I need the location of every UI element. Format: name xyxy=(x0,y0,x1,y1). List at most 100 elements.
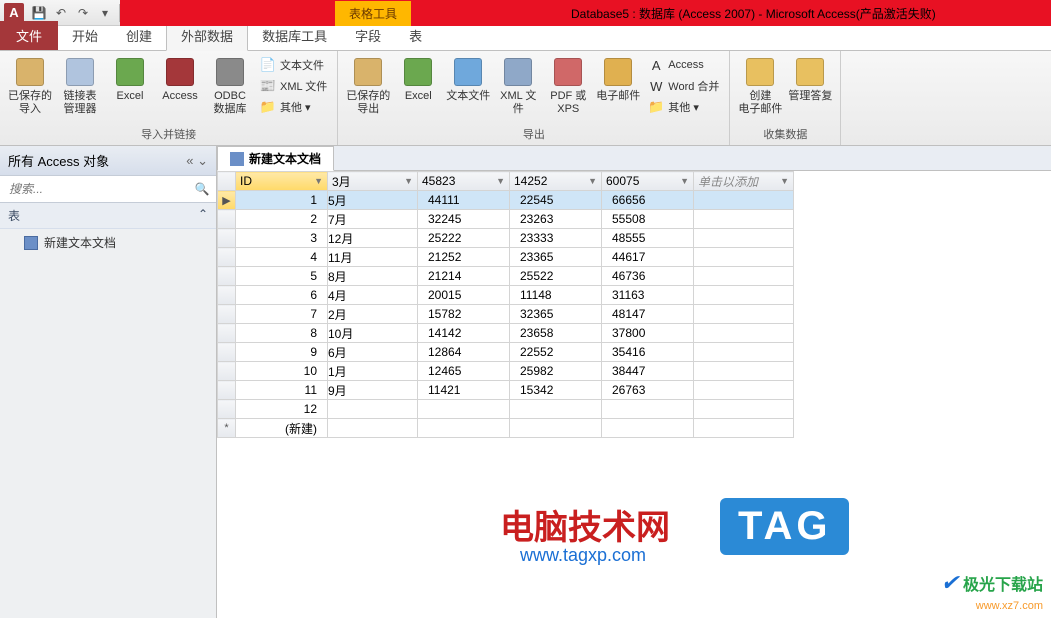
select-all-corner[interactable] xyxy=(218,172,236,191)
cell-c3[interactable]: 15342 xyxy=(510,381,602,400)
import-small-2[interactable]: 📁 其他 ▾ xyxy=(256,97,331,117)
cell-c1[interactable]: 11月 xyxy=(328,248,418,267)
table-row[interactable]: 10 1月 12465 25982 38447 xyxy=(218,362,794,381)
tab-home[interactable]: 开始 xyxy=(58,21,112,50)
cell-empty[interactable] xyxy=(694,267,794,286)
datasheet-tab[interactable]: 新建文本文档 xyxy=(217,146,334,171)
cell-id[interactable]: 2 xyxy=(236,210,328,229)
import-btn-4[interactable]: ODBC 数据库 xyxy=(206,53,254,118)
cell-id[interactable]: 3 xyxy=(236,229,328,248)
table-row[interactable]: 8 10月 14142 23658 37800 xyxy=(218,324,794,343)
col-dropdown-icon-3[interactable]: ▼ xyxy=(588,176,597,186)
export-btn-4[interactable]: PDF 或 XPS xyxy=(544,53,592,118)
cell-c4[interactable]: 31163 xyxy=(602,286,694,305)
data-grid[interactable]: ID ▼ 3月 ▼ 45823 ▼ 14252 ▼ 60075 ▼ 单击以添加 … xyxy=(217,171,794,438)
import-small-0[interactable]: 📄 文本文件 xyxy=(256,55,331,75)
cell-c2[interactable]: 12465 xyxy=(418,362,510,381)
cell-empty[interactable] xyxy=(694,210,794,229)
row-selector[interactable] xyxy=(218,381,236,400)
cell-c3[interactable]: 23263 xyxy=(510,210,602,229)
cell-id[interactable]: 9 xyxy=(236,343,328,362)
cell-c1[interactable]: 10月 xyxy=(328,324,418,343)
cell-id[interactable]: 7 xyxy=(236,305,328,324)
table-row[interactable]: 11 9月 11421 15342 26763 xyxy=(218,381,794,400)
cell-empty[interactable] xyxy=(694,400,794,419)
col-header-0[interactable]: ID ▼ xyxy=(236,172,328,191)
nav-collapse-icon[interactable]: « ⌄ xyxy=(186,153,208,169)
col-header-3[interactable]: 14252 ▼ xyxy=(510,172,602,191)
cell-empty[interactable] xyxy=(694,191,794,210)
col-header-4[interactable]: 60075 ▼ xyxy=(602,172,694,191)
nav-item-newdoc[interactable]: 新建文本文档 xyxy=(0,229,216,256)
cell-c4[interactable]: 46736 xyxy=(602,267,694,286)
cell-c3[interactable]: 25522 xyxy=(510,267,602,286)
cell-c3[interactable]: 22552 xyxy=(510,343,602,362)
cell-id[interactable]: 12 xyxy=(236,400,328,419)
import-small-1[interactable]: 📰 XML 文件 xyxy=(256,76,331,96)
export-btn-5[interactable]: 电子邮件 xyxy=(594,53,642,106)
cell-c2[interactable]: 11421 xyxy=(418,381,510,400)
cell-c4[interactable]: 26763 xyxy=(602,381,694,400)
cell-c3[interactable]: 22545 xyxy=(510,191,602,210)
search-input[interactable] xyxy=(3,179,191,199)
table-row[interactable]: 9 6月 12864 22552 35416 xyxy=(218,343,794,362)
cell-id[interactable]: 8 xyxy=(236,324,328,343)
row-selector[interactable]: ▶ xyxy=(218,191,236,210)
cell-c2[interactable]: 32245 xyxy=(418,210,510,229)
cell-c2[interactable]: 21214 xyxy=(418,267,510,286)
row-selector[interactable] xyxy=(218,305,236,324)
col-dropdown-icon-0[interactable]: ▼ xyxy=(314,176,323,186)
cell-c2[interactable]: 21252 xyxy=(418,248,510,267)
table-row[interactable]: 5 8月 21214 25522 46736 xyxy=(218,267,794,286)
cell-c4[interactable] xyxy=(602,400,694,419)
cell-empty[interactable] xyxy=(694,305,794,324)
cell-c2[interactable]: 12864 xyxy=(418,343,510,362)
cell-id[interactable]: 5 xyxy=(236,267,328,286)
row-selector[interactable] xyxy=(218,210,236,229)
col-dropdown-icon-2[interactable]: ▼ xyxy=(496,176,505,186)
nav-group-tables[interactable]: 表 ⌃ xyxy=(0,203,216,229)
cell-empty[interactable] xyxy=(694,343,794,362)
import-btn-0[interactable]: 已保存的 导入 xyxy=(6,53,54,118)
export-small-0[interactable]: A Access xyxy=(644,55,723,75)
cell-c1[interactable] xyxy=(328,400,418,419)
table-row[interactable]: 3 12月 25222 23333 48555 xyxy=(218,229,794,248)
col-dropdown-icon-4[interactable]: ▼ xyxy=(680,176,689,186)
cell-c1[interactable]: 1月 xyxy=(328,362,418,381)
cell-c4[interactable]: 48555 xyxy=(602,229,694,248)
file-tab[interactable]: 文件 xyxy=(0,21,58,50)
row-selector[interactable] xyxy=(218,248,236,267)
row-selector[interactable] xyxy=(218,267,236,286)
search-icon[interactable]: 🔍 xyxy=(191,179,213,199)
cell-c4[interactable]: 48147 xyxy=(602,305,694,324)
export-small-1[interactable]: W Word 合并 xyxy=(644,76,723,96)
cell-empty[interactable] xyxy=(694,381,794,400)
cell-c3[interactable] xyxy=(510,400,602,419)
cell-c1[interactable]: 9月 xyxy=(328,381,418,400)
collect-btn-1[interactable]: 管理答复 xyxy=(786,53,834,106)
cell-c3[interactable]: 11148 xyxy=(510,286,602,305)
cell-c2[interactable] xyxy=(418,400,510,419)
cell-empty[interactable] xyxy=(694,324,794,343)
cell-empty[interactable] xyxy=(694,286,794,305)
row-selector[interactable] xyxy=(218,229,236,248)
cell-id[interactable]: 1 xyxy=(236,191,328,210)
cell-c1[interactable]: 6月 xyxy=(328,343,418,362)
export-btn-0[interactable]: 已保存的 导出 xyxy=(344,53,392,118)
cell-empty[interactable] xyxy=(694,248,794,267)
cell-empty[interactable] xyxy=(694,229,794,248)
cell-c3[interactable]: 23333 xyxy=(510,229,602,248)
row-selector[interactable] xyxy=(218,343,236,362)
cell-id[interactable]: 10 xyxy=(236,362,328,381)
cell-c1[interactable]: 12月 xyxy=(328,229,418,248)
new-row-id[interactable]: (新建) xyxy=(236,419,328,438)
cell-c4[interactable]: 55508 xyxy=(602,210,694,229)
cell-c2[interactable]: 14142 xyxy=(418,324,510,343)
table-row[interactable]: 7 2月 15782 32365 48147 xyxy=(218,305,794,324)
cell-c1[interactable]: 8月 xyxy=(328,267,418,286)
cell-c1[interactable]: 5月 xyxy=(328,191,418,210)
row-selector[interactable] xyxy=(218,324,236,343)
cell-c2[interactable]: 25222 xyxy=(418,229,510,248)
cell-c1[interactable]: 2月 xyxy=(328,305,418,324)
cell-c3[interactable]: 32365 xyxy=(510,305,602,324)
